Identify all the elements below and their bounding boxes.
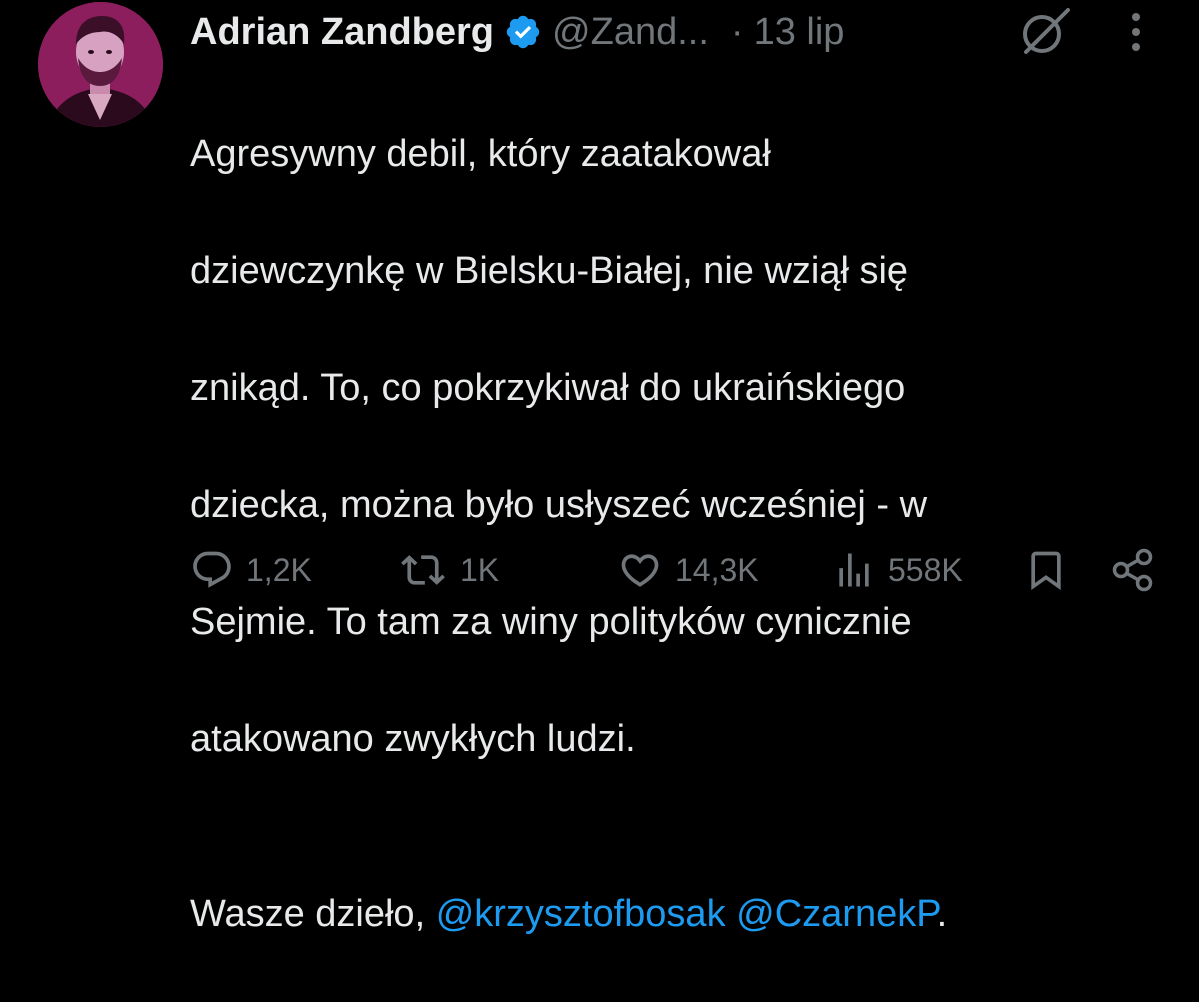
like-count: 14,3K xyxy=(675,551,759,588)
tweet-actions: 1,2K 1K 14,3K 558K xyxy=(0,542,1199,598)
header-separator: · xyxy=(730,10,744,53)
tweet-text-line: dziewczynkę w Bielsku-Białej, nie wziął … xyxy=(190,249,909,292)
mention-space xyxy=(726,893,737,935)
author-display-name[interactable]: Adrian Zandberg xyxy=(190,11,494,54)
share-icon xyxy=(1110,547,1156,593)
reply-icon xyxy=(190,548,234,592)
views-button[interactable]: 558K xyxy=(832,542,963,598)
mention-krzysztofbosak[interactable]: @krzysztofbosak xyxy=(436,893,726,935)
closing-prefix: Wasze dzieło, xyxy=(190,892,436,935)
repost-count: 1K xyxy=(460,551,500,588)
tweet-closing-line: Wasze dzieło, @krzysztofbosak @CzarnekP. xyxy=(190,885,1180,944)
grok-icon[interactable] xyxy=(1014,6,1074,58)
tweet-text-line: Agresywny debil, który zaatakował xyxy=(190,132,771,175)
views-count: 558K xyxy=(888,551,963,588)
tweet-header: Adrian Zandberg @Zand... · 13 lip xyxy=(190,4,844,60)
reply-count: 1,2K xyxy=(246,551,312,588)
tweet-text-line: atakowano zwykłych ludzi. xyxy=(190,717,636,760)
more-vertical-icon[interactable] xyxy=(1124,10,1148,54)
reply-button[interactable]: 1,2K xyxy=(190,542,312,598)
mention-czarnekp[interactable]: @CzarnekP xyxy=(736,893,937,935)
tweet-text: Agresywny debil, który zaatakował dziewc… xyxy=(190,66,1180,1002)
avatar[interactable] xyxy=(38,2,163,127)
author-handle[interactable]: @Zand... xyxy=(552,11,709,54)
closing-suffix: . xyxy=(936,892,948,935)
tweet[interactable]: Adrian Zandberg @Zand... · 13 lip Agresy… xyxy=(0,0,1199,935)
tweet-date[interactable]: 13 lip xyxy=(754,11,845,54)
repost-button[interactable]: 1K xyxy=(398,542,499,598)
tweet-text-line: znikąd. To, co pokrzykiwał do ukraińskie… xyxy=(190,366,906,409)
like-button[interactable]: 14,3K xyxy=(617,542,759,598)
verified-badge-icon[interactable] xyxy=(504,13,542,51)
tweet-text-line: Sejmie. To tam za winy polityków cyniczn… xyxy=(190,600,912,643)
repost-icon xyxy=(398,548,448,592)
heart-icon xyxy=(617,548,663,592)
bookmark-icon xyxy=(1024,548,1068,592)
avatar-photo xyxy=(38,2,163,127)
views-chart-icon xyxy=(832,548,876,592)
bookmark-button[interactable] xyxy=(1024,542,1068,598)
share-button[interactable] xyxy=(1110,542,1156,598)
tweet-text-line: dziecka, można było usłyszeć wcześniej -… xyxy=(190,483,928,526)
